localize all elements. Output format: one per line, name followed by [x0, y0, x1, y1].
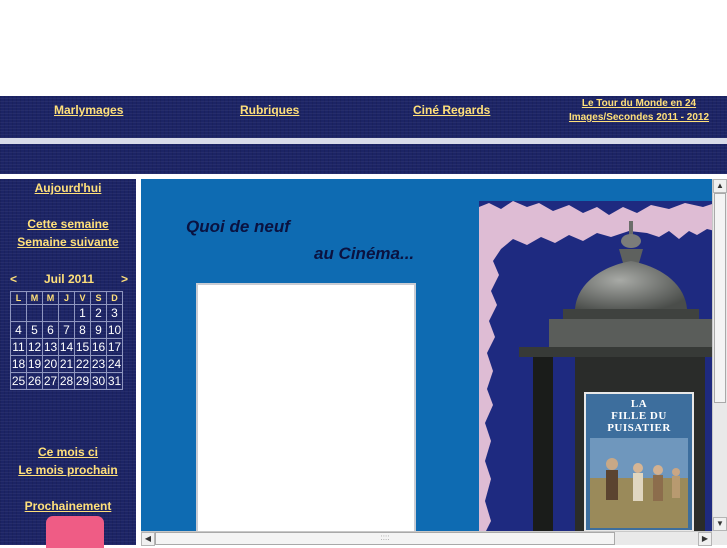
- calendar-month-label: Juil 2011: [43, 272, 95, 286]
- heading-line-2: au Cinéma...: [314, 244, 415, 263]
- calendar-week-row: 18 19 20 21 22 23 24: [10, 355, 123, 373]
- calendar-day[interactable]: 8: [74, 321, 91, 339]
- calendar-day[interactable]: 24: [106, 355, 123, 373]
- weekday-label: M: [26, 291, 43, 305]
- movie-poster[interactable]: LA FILLE DU PUISATIER: [584, 392, 694, 532]
- sidebar-link-today[interactable]: Aujourd'hui: [0, 181, 136, 195]
- calendar-day[interactable]: 7: [58, 321, 75, 339]
- calendar-next-button[interactable]: >: [121, 272, 128, 286]
- calendar-day[interactable]: 28: [58, 372, 75, 390]
- top-navigation-bar: Marlymages Rubriques Ciné Regards Le Tou…: [0, 96, 727, 138]
- calendar-day[interactable]: 3: [106, 304, 123, 322]
- horizontal-scrollbar[interactable]: ◀ :::: ▶: [141, 531, 712, 546]
- subheader-band: [0, 144, 727, 174]
- calendar-day[interactable]: 30: [90, 372, 107, 390]
- vertical-scrollbar[interactable]: ▲ ▼: [712, 179, 727, 531]
- poster-title: LA FILLE DU PUISATIER: [586, 398, 692, 434]
- calendar-day[interactable]: 11: [10, 338, 27, 356]
- calendar-grid: L M M J V S D 1 2 3 4 5 6 7 8 9 10 11 12…: [10, 291, 123, 390]
- calendar-week-row: 4 5 6 7 8 9 10: [10, 321, 123, 339]
- nav-link-rubriques[interactable]: Rubriques: [240, 103, 299, 117]
- heading-line-1: Quoi de neuf: [186, 217, 290, 236]
- nav-link-marlymages[interactable]: Marlymages: [54, 103, 123, 117]
- calendar-week-row: 1 2 3: [10, 304, 123, 322]
- weekday-label: S: [90, 291, 107, 305]
- sidebar-link-this-month[interactable]: Ce mois ci: [0, 445, 136, 459]
- calendar-day[interactable]: 9: [90, 321, 107, 339]
- calendar-day[interactable]: 14: [58, 338, 75, 356]
- scroll-right-button[interactable]: ▶: [698, 532, 712, 546]
- calendar-day[interactable]: 29: [74, 372, 91, 390]
- weekday-label: J: [58, 291, 75, 305]
- sidebar-link-this-week[interactable]: Cette semaine: [0, 217, 136, 231]
- calendar-week-row: 25 26 27 28 29 30 31: [10, 372, 123, 390]
- calendar-day[interactable]: 26: [26, 372, 43, 390]
- weekday-label: L: [10, 291, 27, 305]
- calendar-day[interactable]: 6: [42, 321, 59, 339]
- news-box: [196, 283, 416, 545]
- calendar-day[interactable]: 25: [10, 372, 27, 390]
- vertical-scroll-thumb[interactable]: [714, 193, 726, 403]
- poster-title-line-1: LA: [630, 398, 648, 410]
- calendar-day: [10, 304, 27, 322]
- calendar-day[interactable]: 23: [90, 355, 107, 373]
- calendar-header: < Juil 2011 >: [10, 272, 128, 288]
- content-frame: Quoi de neuf au Cinéma... LA FILLE DU PU…: [141, 179, 727, 545]
- calendar-day[interactable]: 21: [58, 355, 75, 373]
- weekday-label: M: [42, 291, 59, 305]
- calendar-week-row: 11 12 13 14 15 16 17: [10, 338, 123, 356]
- calendar-day[interactable]: 16: [90, 338, 107, 356]
- nav-link-cine-regards[interactable]: Ciné Regards: [413, 103, 490, 117]
- calendar-day[interactable]: 31: [106, 372, 123, 390]
- calendar-day[interactable]: 4: [10, 321, 27, 339]
- scrollbar-corner: [712, 531, 727, 545]
- poster-title-line-2: FILLE DU: [611, 410, 667, 422]
- calendar-day[interactable]: 1: [74, 304, 91, 322]
- nav-link-tour-du-monde[interactable]: Le Tour du Monde en 24 Images/Secondes 2…: [566, 97, 712, 125]
- calendar-day[interactable]: 13: [42, 338, 59, 356]
- calendar-day: [58, 304, 75, 322]
- sidebar: Aujourd'hui Cette semaine Semaine suivan…: [0, 179, 136, 548]
- calendar-day[interactable]: 17: [106, 338, 123, 356]
- calendar-day[interactable]: 5: [26, 321, 43, 339]
- calendar-day[interactable]: 20: [42, 355, 59, 373]
- scroll-down-button[interactable]: ▼: [713, 517, 727, 531]
- calendar-day[interactable]: 22: [74, 355, 91, 373]
- calendar-weekday-row: L M M J V S D: [10, 291, 123, 305]
- scroll-left-button[interactable]: ◀: [141, 532, 155, 546]
- weekday-label: D: [106, 291, 123, 305]
- pink-badge-button[interactable]: [46, 516, 104, 548]
- poster-scene-image: [590, 438, 688, 528]
- calendar-day[interactable]: 2: [90, 304, 107, 322]
- calendar-day[interactable]: 19: [26, 355, 43, 373]
- sidebar-link-upcoming[interactable]: Prochainement: [0, 499, 136, 513]
- calendar-day[interactable]: 12: [26, 338, 43, 356]
- scroll-up-button[interactable]: ▲: [713, 179, 727, 193]
- calendar-day[interactable]: 15: [74, 338, 91, 356]
- sidebar-link-next-month[interactable]: Le mois prochain: [0, 463, 136, 477]
- sidebar-link-next-week[interactable]: Semaine suivante: [0, 235, 136, 249]
- calendar-day[interactable]: 27: [42, 372, 59, 390]
- calendar-day[interactable]: 18: [10, 355, 27, 373]
- calendar-day: [42, 304, 59, 322]
- poster-title-line-3: PUISATIER: [607, 422, 671, 434]
- horizontal-scroll-thumb[interactable]: ::::: [155, 532, 615, 545]
- calendar-day[interactable]: 10: [106, 321, 123, 339]
- weekday-label: V: [74, 291, 91, 305]
- calendar-day: [26, 304, 43, 322]
